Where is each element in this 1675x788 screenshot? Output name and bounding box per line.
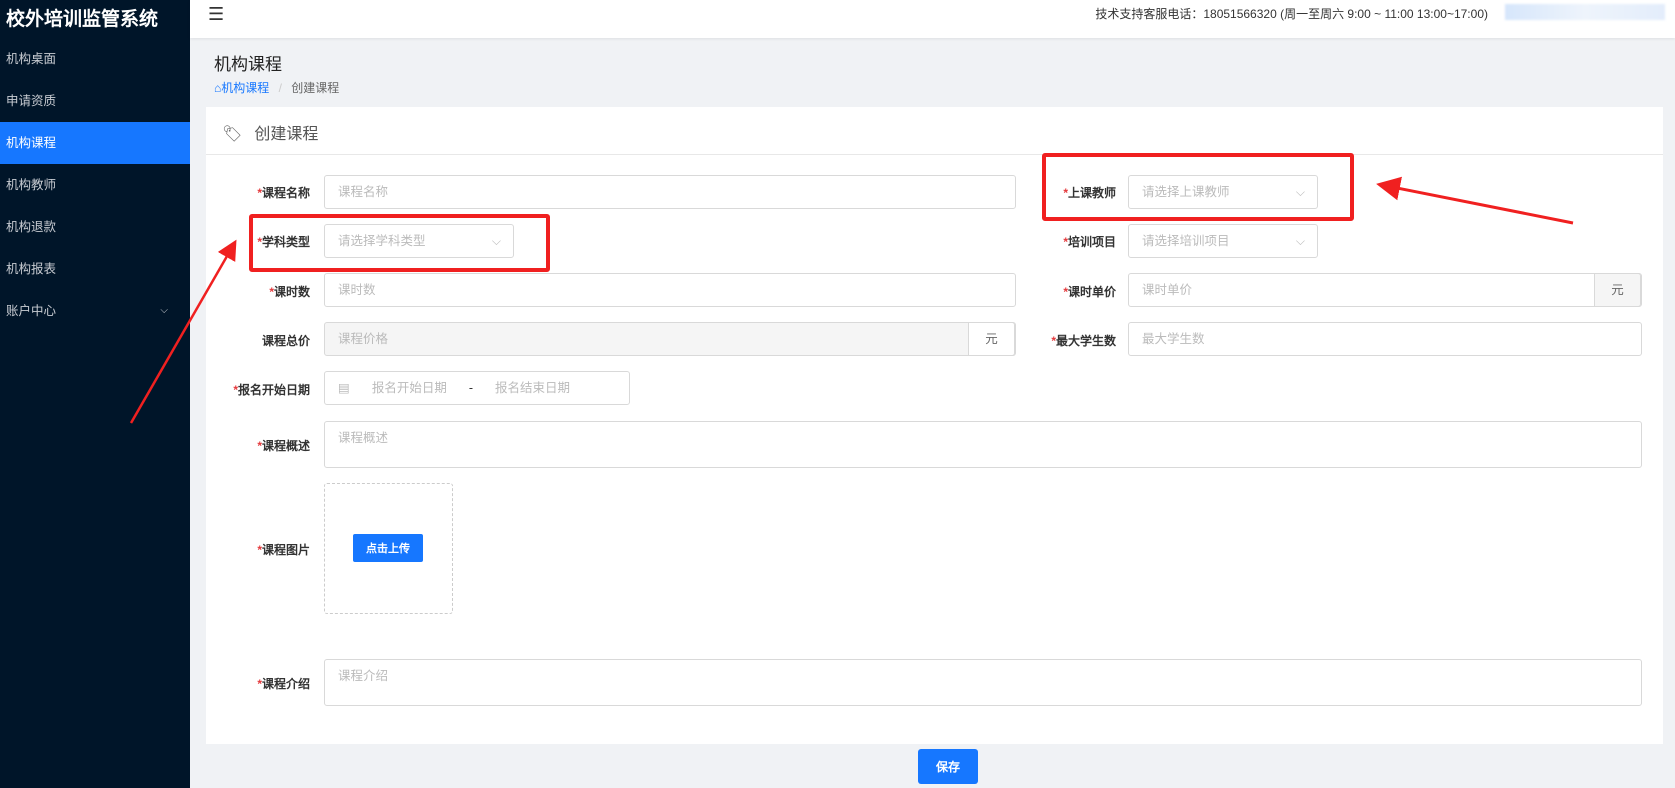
- save-button[interactable]: 保存: [918, 749, 978, 784]
- label-max-students: *最大学生数: [1051, 334, 1116, 348]
- sidebar-item-desktop[interactable]: 机构桌面: [0, 38, 190, 80]
- page-title: 机构课程: [214, 55, 282, 74]
- sidebar-item-label: 账户中心: [6, 304, 57, 318]
- breadcrumb: ⌂机构课程 / 创建课程: [214, 79, 339, 96]
- breadcrumb-item: 机构课程: [221, 81, 270, 95]
- label-image: *课程图片: [257, 543, 310, 557]
- sidebar: 校外培训监管系统 机构桌面 申请资质 机构课程 机构教师 机构退款 机构报表 账…: [0, 0, 190, 788]
- sidebar-item-refunds[interactable]: 机构退款: [0, 206, 190, 248]
- label-summary: *课程概述: [257, 439, 310, 453]
- sidebar-item-label: 机构桌面: [6, 52, 57, 66]
- sidebar-item-qualification[interactable]: 申请资质: [0, 80, 190, 122]
- support-phone: 技术支持客服电话：18051566320 (周一至周六 9:00 ~ 11:00…: [1095, 7, 1488, 21]
- course-name-input[interactable]: 课程名称: [324, 175, 1016, 209]
- sidebar-item-label: 机构课程: [6, 136, 57, 150]
- label-enroll-date: *报名开始日期: [233, 383, 310, 397]
- label-total-price: 课程总价: [261, 334, 310, 348]
- calendar-icon: ▤: [338, 381, 350, 395]
- max-students-input[interactable]: 最大学生数: [1128, 322, 1642, 356]
- chevron-down-icon: ⌵: [160, 305, 168, 316]
- top-header: ☰ 技术支持客服电话：18051566320 (周一至周六 9:00 ~ 11:…: [190, 0, 1675, 38]
- upload-button[interactable]: 点击上传: [353, 534, 423, 562]
- label-hours: *课时数: [269, 285, 310, 299]
- intro-textarea[interactable]: 课程介绍: [324, 659, 1642, 706]
- chevron-down-icon: ⌵: [1295, 234, 1305, 248]
- breadcrumb-separator: /: [278, 81, 282, 95]
- user-info-blurred[interactable]: [1505, 4, 1665, 20]
- sidebar-item-account[interactable]: 账户中心 ⌵: [0, 290, 190, 332]
- label-project: *培训项目: [1063, 235, 1116, 249]
- project-select[interactable]: 请选择培训项目 ⌵: [1128, 224, 1318, 258]
- sidebar-item-label: 机构退款: [6, 220, 57, 234]
- sidebar-item-label: 机构报表: [6, 262, 57, 276]
- hours-input[interactable]: 课时数: [324, 273, 1016, 307]
- card-header: 🏷 创建课程: [206, 107, 1663, 155]
- card-title: 创建课程: [254, 126, 319, 143]
- enroll-date-range[interactable]: ▤ 报名开始日期 - 报名结束日期: [324, 371, 630, 405]
- tag-icon: 🏷: [222, 126, 243, 143]
- sidebar-item-courses[interactable]: 机构课程: [0, 122, 190, 164]
- image-upload-area[interactable]: 点击上传: [324, 483, 453, 614]
- label-unit-price: *课时单价: [1063, 285, 1116, 299]
- annotation-box-subject: [249, 214, 550, 272]
- app-logo: 校外培训监管系统: [6, 9, 159, 30]
- label-course-name: *课程名称: [257, 186, 310, 200]
- sidebar-item-teachers[interactable]: 机构教师: [0, 164, 190, 206]
- sidebar-item-label: 机构教师: [6, 178, 57, 192]
- unit-price-input[interactable]: 课时单价元: [1128, 273, 1642, 307]
- breadcrumb-current: 创建课程: [291, 81, 340, 95]
- sidebar-item-label: 申请资质: [6, 94, 57, 108]
- annotation-box-teacher: [1042, 153, 1354, 221]
- total-price-input: 课程价格元: [324, 322, 1016, 356]
- breadcrumb-home-link[interactable]: ⌂机构课程: [214, 81, 269, 95]
- menu-toggle-icon[interactable]: ☰: [208, 4, 224, 25]
- sidebar-item-reports[interactable]: 机构报表: [0, 248, 190, 290]
- summary-textarea[interactable]: 课程概述: [324, 421, 1642, 468]
- label-intro: *课程介绍: [257, 677, 310, 691]
- unit-addon: 元: [1594, 273, 1641, 307]
